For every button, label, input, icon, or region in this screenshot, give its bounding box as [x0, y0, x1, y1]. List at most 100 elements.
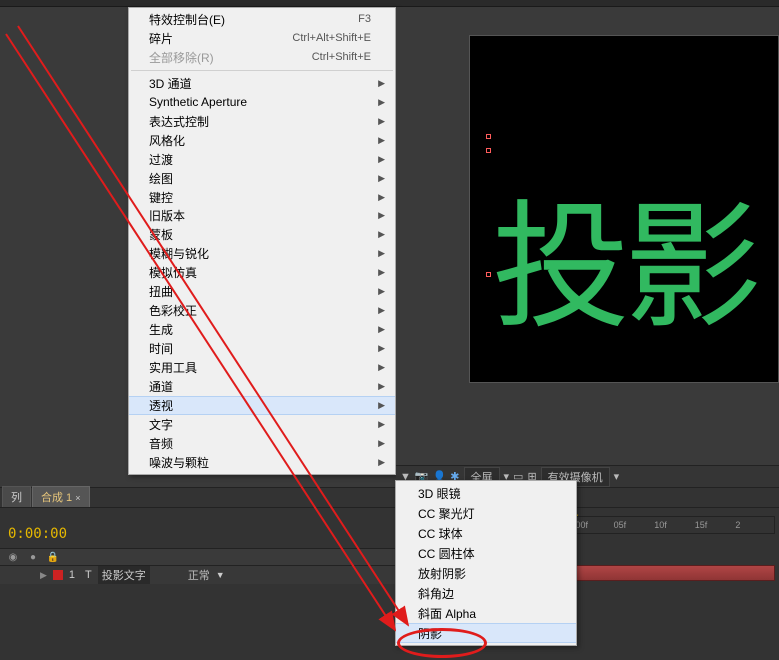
menu-item-label: 键控 [149, 189, 173, 206]
menu-item-label: CC 球体 [418, 525, 463, 542]
menu-item-噪波与颗粒[interactable]: 噪波与颗粒▶ [129, 453, 395, 472]
chevron-right-icon: ▶ [378, 438, 385, 449]
current-timecode[interactable]: 0:00:00 [8, 526, 67, 542]
menu-item-通道[interactable]: 通道 ▶ [129, 377, 395, 396]
menu-item-label: 表达式控制 [149, 113, 209, 130]
menu-item-风格化[interactable]: 风格化▶ [129, 131, 395, 150]
chevron-right-icon: ▶ [378, 173, 385, 184]
menu-item-绘图[interactable]: 绘图 ▶ [129, 169, 395, 188]
menu-item-模糊与锐化[interactable]: 模糊与锐化▶ [129, 244, 395, 263]
chevron-right-icon: ▶ [378, 78, 385, 89]
menu-item-3d-通道[interactable]: 3D 通道 ▶ [129, 74, 395, 93]
chevron-right-icon: ▶ [378, 286, 385, 297]
menu-item-label: 扭曲 [149, 283, 173, 300]
menu-item-label: 模拟仿真 [149, 264, 197, 281]
menu-item-label: 3D 通道 [149, 75, 192, 92]
menu-item-色彩校正[interactable]: 色彩校正 ▶ [129, 301, 395, 320]
perspective-submenu: 3D 眼镜 CC 聚光灯 CC 球体 CC 圆柱体放射阴影斜角边斜面 Alpha 阴影 [395, 480, 577, 646]
composition-preview[interactable]: 投影 [469, 35, 779, 383]
menu-item-label: 阴影 [418, 625, 442, 642]
chevron-right-icon: ▶ [378, 135, 385, 146]
chevron-right-icon: ▶ [378, 400, 385, 411]
menu-item-旧版本[interactable]: 旧版本▶ [129, 206, 395, 225]
selection-handle[interactable] [486, 148, 491, 153]
chevron-right-icon: ▶ [378, 116, 385, 127]
blend-mode[interactable]: 正常 [188, 567, 210, 583]
menu-item-label: 斜角边 [418, 585, 454, 602]
menu-item-扭曲[interactable]: 扭曲 ▶ [129, 282, 395, 301]
chevron-right-icon: ▶ [378, 267, 385, 278]
menu-item-生成[interactable]: 生成▶ [129, 320, 395, 339]
submenu-item[interactable]: 斜角边 [396, 583, 576, 603]
chevron-right-icon: ▶ [378, 381, 385, 392]
menu-item-label: 过渡 [149, 151, 173, 168]
chevron-right-icon: ▶ [378, 305, 385, 316]
chevron-right-icon: ▶ [378, 192, 385, 203]
menu-item-模拟仿真[interactable]: 模拟仿真 ▶ [129, 263, 395, 282]
menu-item-文字[interactable]: 文字▶ [129, 415, 395, 434]
tab-composition[interactable]: 合成 1 × [32, 486, 90, 507]
lock-icon[interactable]: 🔒 [46, 550, 60, 564]
menu-item-label: 时间 [149, 340, 173, 357]
timeline-layer-row[interactable]: ▶ 1 T 投影文字 正常 ▼ [0, 566, 395, 584]
menu-separator [131, 70, 393, 71]
menu-item-label: 实用工具 [149, 359, 197, 376]
time-ruler[interactable]: :00f05f10f15f2 [570, 516, 775, 534]
solo-icon[interactable]: ● [26, 550, 40, 564]
menu-item-蒙板[interactable]: 蒙板▶ [129, 225, 395, 244]
preview-text-layer[interactable]: 投影 [492, 155, 756, 355]
selection-handle[interactable] [486, 272, 491, 277]
layer-bar[interactable] [568, 565, 775, 581]
dropdown-icon[interactable]: ▼ [216, 570, 225, 580]
selection-handle[interactable] [486, 134, 491, 139]
ruler-tick: 15f [693, 520, 734, 530]
text-layer-icon: T [85, 569, 92, 581]
submenu-item[interactable]: 3D 眼镜 [396, 483, 576, 503]
menu-item-label: 模糊与锐化 [149, 245, 209, 262]
layer-index: 1 [69, 569, 75, 581]
submenu-item[interactable]: CC 圆柱体 [396, 543, 576, 563]
menu-item-label: 全部移除(R) [149, 49, 214, 66]
chevron-right-icon: ▶ [378, 343, 385, 354]
submenu-item[interactable]: 放射阴影 [396, 563, 576, 583]
eye-icon[interactable]: ◉ [6, 550, 20, 564]
menu-item-表达式控制[interactable]: 表达式控制 ▶ [129, 112, 395, 131]
menu-item-过渡[interactable]: 过渡▶ [129, 150, 395, 169]
menu-item-label: 色彩校正 [149, 302, 197, 319]
menu-shortcut: Ctrl+Alt+Shift+E [292, 32, 371, 44]
menu-item-时间[interactable]: 时间 ▶ [129, 339, 395, 358]
menu-item[interactable]: 碎片 Ctrl+Alt+Shift+E [129, 29, 395, 48]
menu-shortcut: Ctrl+Shift+E [312, 51, 371, 63]
submenu-item[interactable]: 阴影 [396, 623, 576, 643]
menu-item-label: CC 聚光灯 [418, 505, 475, 522]
ruler-tick: 05f [612, 520, 653, 530]
menu-item-label: 3D 眼镜 [418, 485, 461, 502]
chevron-right-icon: ▶ [378, 457, 385, 468]
dropdown-icon[interactable]: ▾ [614, 470, 620, 483]
submenu-item[interactable]: CC 聚光灯 [396, 503, 576, 523]
chevron-right-icon: ▶ [378, 97, 385, 108]
submenu-item[interactable]: 斜面 Alpha [396, 603, 576, 623]
menu-item-键控[interactable]: 键控 ▶ [129, 188, 395, 207]
menu-item[interactable]: 特效控制台(E) F3 [129, 10, 395, 29]
layer-color-swatch[interactable] [53, 570, 63, 580]
menu-item-音频[interactable]: 音频▶ [129, 434, 395, 453]
chevron-right-icon: ▶ [378, 419, 385, 430]
menu-item-label: 特效控制台(E) [149, 11, 225, 28]
menu-shortcut: F3 [358, 13, 371, 25]
menu-item-synthetic-aperture[interactable]: Synthetic Aperture▶ [129, 93, 395, 112]
tab-panel[interactable]: 列 [2, 486, 31, 507]
chevron-right-icon: ▶ [378, 362, 385, 373]
chevron-right-icon[interactable]: ▶ [40, 570, 47, 581]
layer-name[interactable]: 投影文字 [98, 566, 150, 584]
menu-item-label: 绘图 [149, 170, 173, 187]
menu-item-label: CC 圆柱体 [418, 545, 475, 562]
menu-item-透视[interactable]: 透视▶ [129, 396, 395, 415]
menu-item-label: 蒙板 [149, 226, 173, 243]
menu-item-label: 通道 [149, 378, 173, 395]
menu-item-实用工具[interactable]: 实用工具 ▶ [129, 358, 395, 377]
chevron-right-icon: ▶ [378, 324, 385, 335]
timeline-column-header: ◉ ● 🔒 [0, 548, 395, 566]
submenu-item[interactable]: CC 球体 [396, 523, 576, 543]
menu-item-label: 碎片 [149, 30, 173, 47]
